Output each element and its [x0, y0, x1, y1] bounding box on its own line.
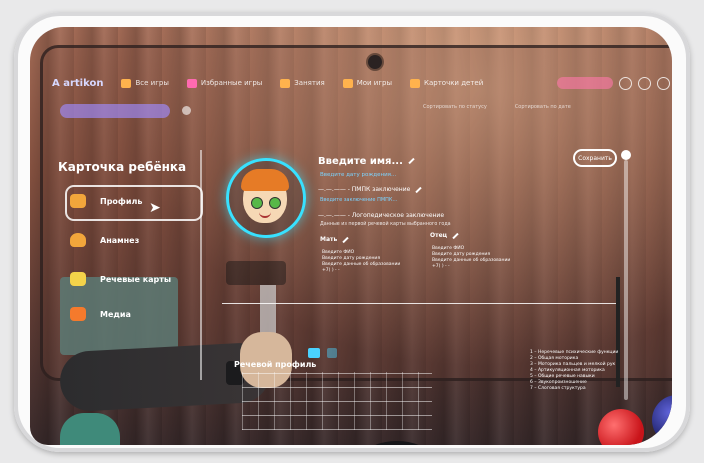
legend-item: 7 – Слоговая структура: [530, 386, 586, 391]
father-details[interactable]: Введите ФИО Введите дату рождения Введит…: [432, 246, 510, 270]
avatar-face: [241, 169, 289, 223]
birth-date-field[interactable]: Введите дату рождения...: [320, 172, 396, 178]
nav-item-favorites[interactable]: Избранные игры: [186, 78, 262, 88]
card-icon: [70, 272, 86, 286]
speech-profile-grid: [242, 372, 432, 430]
edit-father-icon[interactable]: [452, 232, 459, 239]
webcam: [368, 55, 382, 69]
stand-head: [226, 261, 286, 285]
section-divider: [222, 303, 616, 304]
sort-links: Сортировать по статусу Сортировать по да…: [423, 104, 571, 110]
mother-details[interactable]: Введите ФИО Введите дату рождения Введит…: [322, 250, 400, 274]
search-input[interactable]: [60, 104, 170, 118]
scroll-thumb[interactable]: [621, 150, 631, 160]
folder-icon: [342, 78, 353, 88]
speech-view-toggle-2[interactable]: [327, 348, 337, 358]
computer-mouse: [366, 441, 428, 445]
avatar-mouth: [259, 211, 271, 218]
pmpk-title: —.—.—— - ПМПК заключение: [318, 186, 422, 193]
logopedic-subtitle: Данные из первой речевой карты выбранног…: [320, 222, 451, 227]
scrollbar[interactable]: [624, 160, 628, 400]
profile-icon: [70, 194, 86, 208]
pmpk-field[interactable]: Введите заключение ПМПК...: [320, 197, 397, 203]
red-ball: [598, 409, 644, 445]
mother-title: Мать: [320, 236, 349, 243]
nav-item-all-games[interactable]: Все игры: [121, 78, 169, 88]
games-icon: [121, 78, 132, 88]
logo: A artikon: [52, 77, 104, 89]
nav-right: [557, 76, 670, 90]
heart-icon: [186, 78, 197, 88]
sidebar-item-speech-cards[interactable]: Речевые карты: [70, 272, 171, 286]
save-button[interactable]: Сохранить: [573, 149, 617, 167]
child-name-field[interactable]: Введите имя...: [318, 156, 415, 167]
edit-mother-icon[interactable]: [342, 236, 349, 243]
nav-item-my-games[interactable]: Мои игры: [342, 78, 392, 88]
account-pill[interactable]: [557, 77, 613, 89]
edit-pmpk-icon[interactable]: [415, 186, 422, 193]
star-icon: [280, 78, 291, 88]
nav-item-child-cards[interactable]: Карточки детей: [410, 78, 483, 88]
nav-item-lessons[interactable]: Занятия: [280, 78, 325, 88]
nav-round-button-2[interactable]: [638, 76, 651, 90]
heart-plus-icon: [70, 233, 86, 247]
sidebar-title: Карточка ребёнка: [58, 160, 187, 174]
avatar[interactable]: [226, 158, 306, 238]
sidebar-item-media[interactable]: Медиа: [70, 307, 131, 321]
sidebar-divider: [200, 150, 202, 380]
edit-name-icon[interactable]: [408, 157, 415, 165]
top-nav: A artikon Все игры Избранные игры Заняти…: [52, 72, 670, 94]
avatar-eye-left: [251, 197, 263, 209]
speech-legend: 1 – Неречевые психические функции 2 – Об…: [530, 350, 618, 392]
speech-profile-title: Речевой профиль: [234, 360, 317, 369]
speech-view-toggle-1[interactable]: [308, 348, 320, 358]
sidebar-item-anamnesis[interactable]: Анамнез: [70, 233, 139, 247]
sort-by-date-link[interactable]: Сортировать по дате: [515, 104, 571, 110]
toggle-dot[interactable]: [182, 106, 191, 115]
logopedic-title: —.—.—— - Логопедическое заключение: [318, 212, 445, 219]
avatar-eye-right: [269, 197, 281, 209]
nav-round-button-3[interactable]: [657, 76, 670, 90]
teal-toy: [60, 413, 120, 445]
sidebar-item-profile[interactable]: Профиль: [70, 194, 142, 208]
father-title: Отец: [430, 232, 459, 239]
camera-icon: [70, 307, 86, 321]
avatar-hair: [241, 169, 289, 191]
sort-by-status-link[interactable]: Сортировать по статусу: [423, 104, 487, 110]
mouse-pointer-icon: ➤: [149, 200, 161, 216]
nav-round-button-1[interactable]: [619, 76, 632, 90]
cards-icon: [410, 78, 420, 88]
